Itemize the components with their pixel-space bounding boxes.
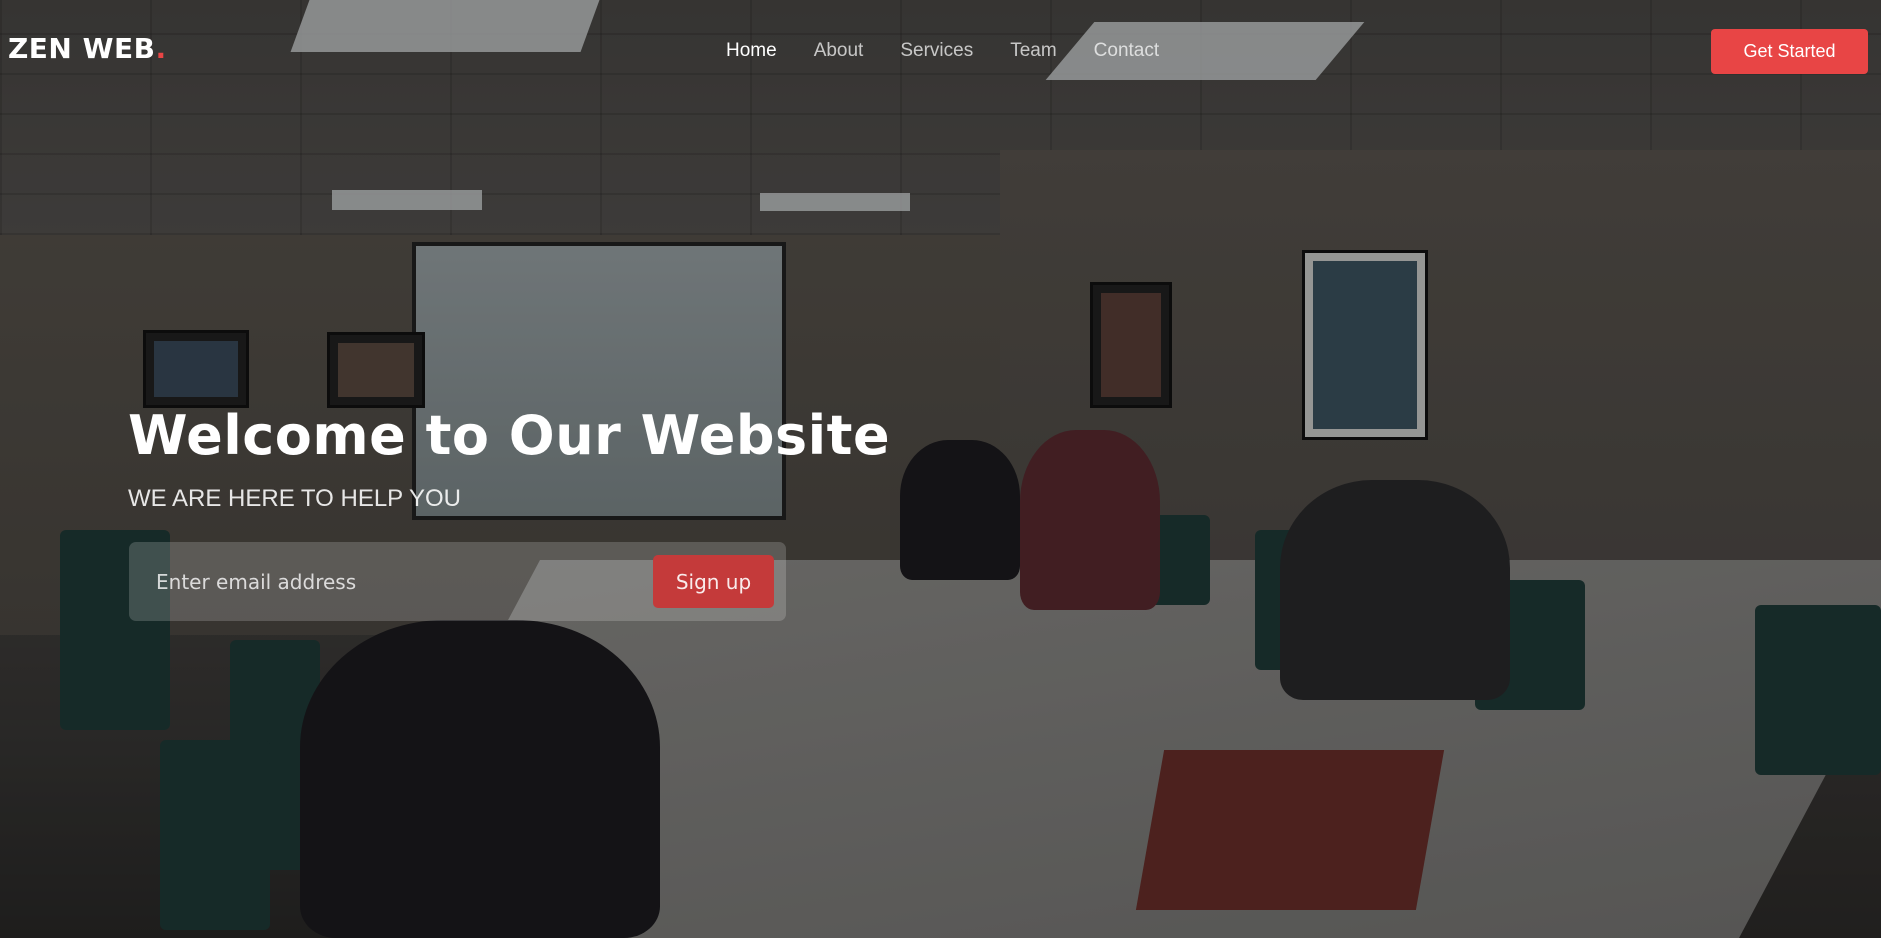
site-header: ZEN WEB. Home About Services Team Contac…: [0, 0, 1881, 104]
nav-team[interactable]: Team: [1010, 40, 1056, 62]
get-started-button[interactable]: Get Started: [1711, 29, 1868, 74]
dark-overlay: [0, 0, 1881, 938]
signup-form: Sign up: [129, 542, 786, 621]
hero-background-image: [0, 0, 1881, 938]
nav-about[interactable]: About: [814, 40, 864, 62]
logo-dot: .: [155, 32, 167, 65]
hero-title: Welcome to Our Website: [128, 404, 891, 467]
logo[interactable]: ZEN WEB.: [8, 32, 167, 65]
main-nav: Home About Services Team Contact: [726, 40, 1196, 62]
nav-contact[interactable]: Contact: [1094, 40, 1159, 62]
logo-text: ZEN WEB: [8, 32, 156, 65]
hero-subtitle: WE ARE HERE TO HELP YOU: [128, 485, 461, 512]
nav-home[interactable]: Home: [726, 40, 777, 62]
signup-button[interactable]: Sign up: [653, 555, 774, 608]
nav-services[interactable]: Services: [900, 40, 973, 62]
email-input[interactable]: [129, 542, 629, 621]
